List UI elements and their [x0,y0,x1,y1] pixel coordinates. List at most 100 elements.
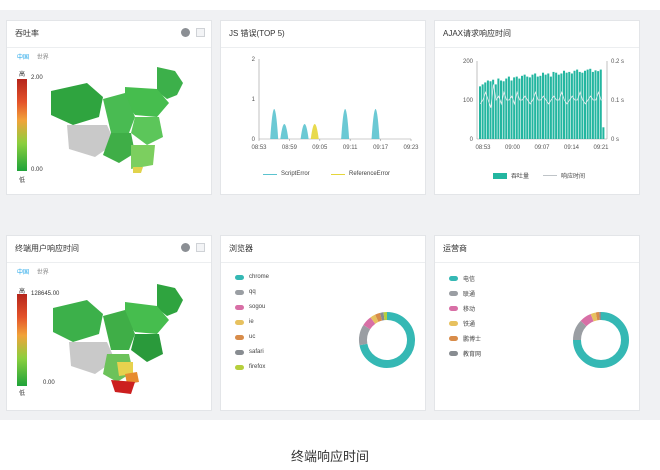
donut-slice-sogou [363,317,376,330]
operator-label: 鹏博士 [463,337,482,343]
legend-swatch [449,276,458,281]
throughput-bar [581,72,584,139]
browser-item-safari[interactable]: safari [235,349,264,355]
legend-swatch [449,321,458,326]
operator-donut-chart [573,312,629,368]
throughput-bar [486,80,489,139]
legend-swatch [235,274,244,280]
throughput-bar [531,74,534,139]
legend-swatch [331,173,345,175]
operator-item-tietong[interactable]: 铁通 [449,319,475,328]
browser-item-sogou[interactable]: sogou [235,304,265,310]
throughput-bar [513,77,516,139]
panel-header: 运营商 [435,236,639,263]
error-spike [280,124,289,139]
y-right-tick-label: 0.2 s [611,59,624,65]
y-left-tick-label: 0 [470,137,474,143]
throughput-bar [534,73,537,139]
throughput-bar [528,77,531,139]
page-caption: 终端响应时间 [290,449,369,464]
map-region-xinjiang [53,300,103,342]
throughput-bar [518,78,521,139]
donut-slice-铁通 [590,312,598,322]
donut-slice-ie [370,314,379,324]
operator-item-drpeng[interactable]: 鹏博士 [449,334,481,343]
throughput-bar [547,73,550,139]
throughput-bar [544,74,547,139]
x-tick-label: 09:05 [312,145,328,151]
y-left-tick-label: 100 [463,98,474,104]
js-errors-panel: JS 错误(TOP 5) 0 1 2 08:53 08:59 09:05 09:11 09:1… [220,20,426,195]
throughput-bar [586,69,589,139]
browser-item-qq[interactable]: qq [235,289,256,295]
browser-label: firefox [249,364,266,370]
throughput-bar [542,72,545,139]
x-tick-label: 08:53 [251,145,267,151]
operator-label: 电信 [463,277,476,283]
y-tick-label: 0 [252,137,256,143]
operator-item-edu[interactable]: 教育网 [449,349,481,358]
map-region-east [131,117,163,145]
operator-item-mobile[interactable]: 移动 [449,304,475,313]
throughput-bar [523,74,526,139]
y-left-tick-label: 200 [463,59,474,65]
throughput-bar [497,78,500,139]
throughput-bar [489,81,492,139]
terminal-map-panel: 终端用户响应时间 中国 世界 高 128645.00 0.00 低 [6,235,212,411]
browser-item-ie[interactable]: ie [235,319,254,325]
error-spike [310,124,319,139]
throughput-bar [584,70,587,139]
x-tick-label: 09:23 [403,145,419,151]
throughput-bar [484,82,487,139]
throughput-bar [573,70,576,139]
legend-swatch [235,289,244,295]
throughput-bar [591,71,594,139]
map-region-red [111,380,135,394]
throughput-bar [502,81,505,139]
china-map [53,284,183,394]
throughput-bar [563,70,566,139]
browser-donut-chart [359,312,415,368]
x-tick-label: 08:53 [475,145,491,151]
throughput-bar [481,84,484,139]
throughput-bar [539,75,542,139]
throughput-bar [526,76,529,139]
legend-label: 吞吐量 [511,174,530,180]
x-tick-label: 09:14 [564,145,580,151]
operator-item-telecom[interactable]: 电信 [449,274,475,283]
donut-slice-safari [380,312,385,321]
map-region-south [131,145,155,169]
donut-slice-联通 [573,320,587,341]
browser-label: ie [249,319,254,325]
throughput-bar [536,76,539,139]
legend-label: 响应时间 [561,174,586,180]
x-tick-label: 09:17 [373,145,389,151]
browser-item-uc[interactable]: uc [235,334,255,340]
throughput-bar [549,76,552,139]
throughput-bar [589,68,592,139]
legend-swatch [235,334,244,340]
throughput-bar [597,71,600,139]
legend-swatch [235,304,244,310]
legend-scripterror: ScriptError [263,171,310,177]
throughput-bar [521,75,524,139]
throughput-bar [479,86,482,139]
browser-label: uc [249,334,256,340]
donut-slice-移动 [580,313,594,327]
legend-swatch [449,351,458,356]
throughput-bar [555,72,558,139]
map-region-east [131,334,163,362]
legend-label: ScriptError [281,171,310,177]
x-tick-label: 08:59 [282,145,298,151]
browser-item-firefox[interactable]: firefox [235,364,265,370]
y-right-tick-label: 0.1 s [611,98,624,104]
operator-label: 铁通 [463,322,476,328]
y-tick-label: 2 [252,57,256,63]
browser-item-chrome[interactable]: chrome [235,274,269,280]
panel-header: 浏览器 [221,236,425,263]
operator-item-unicom[interactable]: 联通 [449,289,475,298]
legend-label: ReferenceError [349,171,391,177]
js-errors-chart: 0 1 2 08:53 08:59 09:05 09:11 09:17 09:23 [251,57,419,151]
throughput-bar [500,80,503,139]
throughput-bar [570,73,573,139]
